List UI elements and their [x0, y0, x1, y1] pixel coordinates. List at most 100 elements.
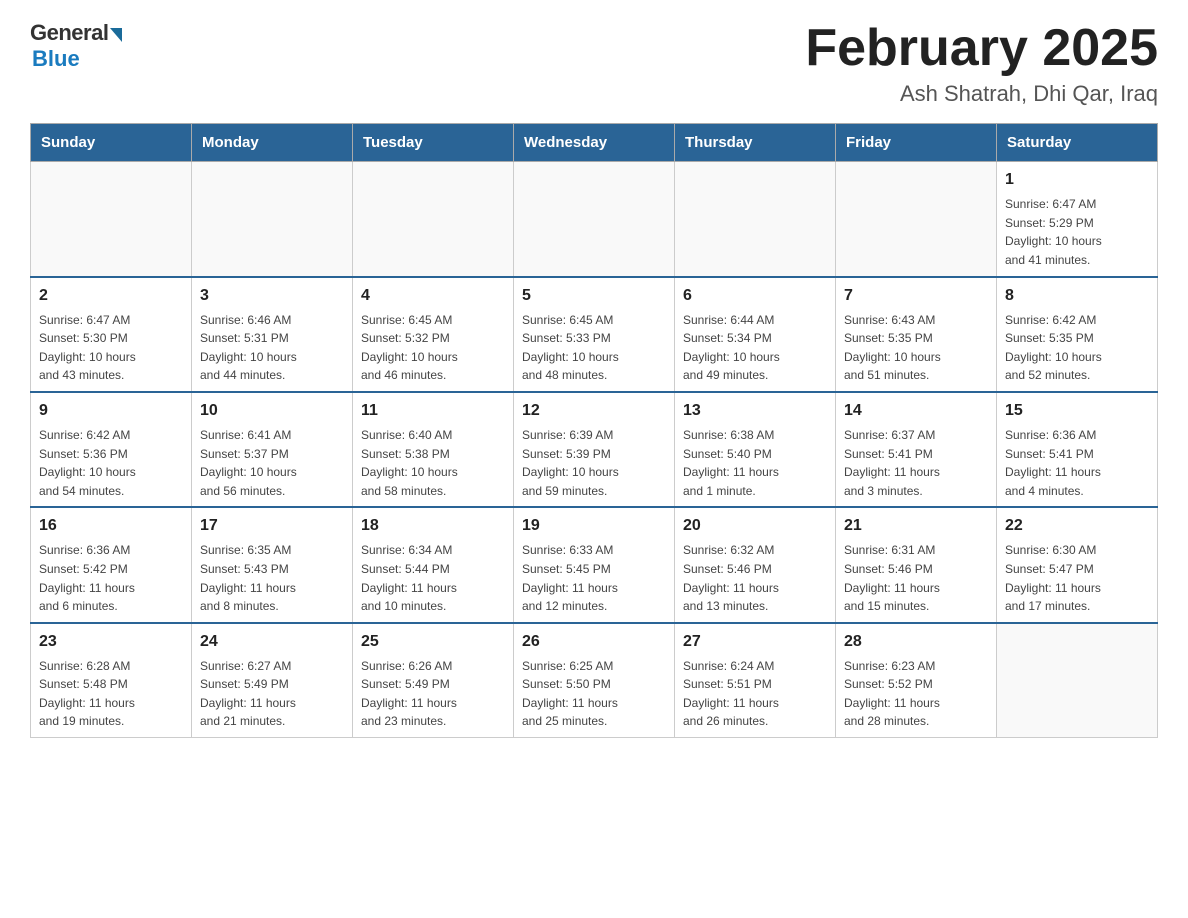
- day-info: Sunrise: 6:36 AM Sunset: 5:42 PM Dayligh…: [39, 541, 183, 615]
- calendar-cell: [836, 162, 997, 277]
- day-info: Sunrise: 6:26 AM Sunset: 5:49 PM Dayligh…: [361, 657, 505, 731]
- day-info: Sunrise: 6:44 AM Sunset: 5:34 PM Dayligh…: [683, 311, 827, 385]
- day-info: Sunrise: 6:39 AM Sunset: 5:39 PM Dayligh…: [522, 426, 666, 500]
- day-number: 18: [361, 514, 505, 538]
- calendar-week-row: 16 Sunrise: 6:36 AM Sunset: 5:42 PM Dayli…: [31, 507, 1158, 622]
- day-info: Sunrise: 6:33 AM Sunset: 5:45 PM Dayligh…: [522, 541, 666, 615]
- page-header: General Blue February 2025 Ash Shatrah, …: [30, 20, 1158, 107]
- calendar-cell: 7 Sunrise: 6:43 AM Sunset: 5:35 PM Daylig…: [836, 277, 997, 392]
- calendar-cell: [192, 162, 353, 277]
- day-info: Sunrise: 6:47 AM Sunset: 5:29 PM Dayligh…: [1005, 195, 1149, 269]
- day-info: Sunrise: 6:45 AM Sunset: 5:32 PM Dayligh…: [361, 311, 505, 385]
- day-number: 15: [1005, 399, 1149, 423]
- day-number: 13: [683, 399, 827, 423]
- calendar-cell: 18 Sunrise: 6:34 AM Sunset: 5:44 PM Dayli…: [353, 507, 514, 622]
- day-number: 9: [39, 399, 183, 423]
- day-number: 12: [522, 399, 666, 423]
- calendar-cell: 22 Sunrise: 6:30 AM Sunset: 5:47 PM Dayli…: [997, 507, 1158, 622]
- weekday-header-thursday: Thursday: [675, 124, 836, 162]
- calendar-cell: 3 Sunrise: 6:46 AM Sunset: 5:31 PM Daylig…: [192, 277, 353, 392]
- day-info: Sunrise: 6:23 AM Sunset: 5:52 PM Dayligh…: [844, 657, 988, 731]
- calendar-cell: 2 Sunrise: 6:47 AM Sunset: 5:30 PM Daylig…: [31, 277, 192, 392]
- day-info: Sunrise: 6:40 AM Sunset: 5:38 PM Dayligh…: [361, 426, 505, 500]
- day-info: Sunrise: 6:32 AM Sunset: 5:46 PM Dayligh…: [683, 541, 827, 615]
- day-number: 27: [683, 630, 827, 654]
- day-info: Sunrise: 6:37 AM Sunset: 5:41 PM Dayligh…: [844, 426, 988, 500]
- day-number: 6: [683, 284, 827, 308]
- day-info: Sunrise: 6:46 AM Sunset: 5:31 PM Dayligh…: [200, 311, 344, 385]
- day-number: 3: [200, 284, 344, 308]
- day-info: Sunrise: 6:42 AM Sunset: 5:36 PM Dayligh…: [39, 426, 183, 500]
- day-info: Sunrise: 6:28 AM Sunset: 5:48 PM Dayligh…: [39, 657, 183, 731]
- day-info: Sunrise: 6:45 AM Sunset: 5:33 PM Dayligh…: [522, 311, 666, 385]
- calendar-table: SundayMondayTuesdayWednesdayThursdayFrid…: [30, 123, 1158, 738]
- calendar-cell: 21 Sunrise: 6:31 AM Sunset: 5:46 PM Dayli…: [836, 507, 997, 622]
- day-number: 7: [844, 284, 988, 308]
- day-info: Sunrise: 6:25 AM Sunset: 5:50 PM Dayligh…: [522, 657, 666, 731]
- calendar-cell: 5 Sunrise: 6:45 AM Sunset: 5:33 PM Daylig…: [514, 277, 675, 392]
- day-number: 4: [361, 284, 505, 308]
- day-info: Sunrise: 6:38 AM Sunset: 5:40 PM Dayligh…: [683, 426, 827, 500]
- day-info: Sunrise: 6:35 AM Sunset: 5:43 PM Dayligh…: [200, 541, 344, 615]
- day-number: 10: [200, 399, 344, 423]
- calendar-cell: [514, 162, 675, 277]
- day-number: 24: [200, 630, 344, 654]
- calendar-cell: 9 Sunrise: 6:42 AM Sunset: 5:36 PM Daylig…: [31, 392, 192, 507]
- weekday-header-wednesday: Wednesday: [514, 124, 675, 162]
- day-info: Sunrise: 6:31 AM Sunset: 5:46 PM Dayligh…: [844, 541, 988, 615]
- weekday-header-friday: Friday: [836, 124, 997, 162]
- day-info: Sunrise: 6:43 AM Sunset: 5:35 PM Dayligh…: [844, 311, 988, 385]
- calendar-cell: [353, 162, 514, 277]
- day-info: Sunrise: 6:30 AM Sunset: 5:47 PM Dayligh…: [1005, 541, 1149, 615]
- day-info: Sunrise: 6:34 AM Sunset: 5:44 PM Dayligh…: [361, 541, 505, 615]
- calendar-cell: 25 Sunrise: 6:26 AM Sunset: 5:49 PM Dayli…: [353, 623, 514, 738]
- day-number: 25: [361, 630, 505, 654]
- calendar-cell: 24 Sunrise: 6:27 AM Sunset: 5:49 PM Dayli…: [192, 623, 353, 738]
- day-number: 14: [844, 399, 988, 423]
- day-number: 8: [1005, 284, 1149, 308]
- weekday-header-monday: Monday: [192, 124, 353, 162]
- logo-arrow-icon: [110, 28, 122, 42]
- day-number: 20: [683, 514, 827, 538]
- day-number: 26: [522, 630, 666, 654]
- day-info: Sunrise: 6:41 AM Sunset: 5:37 PM Dayligh…: [200, 426, 344, 500]
- day-info: Sunrise: 6:47 AM Sunset: 5:30 PM Dayligh…: [39, 311, 183, 385]
- calendar-cell: 6 Sunrise: 6:44 AM Sunset: 5:34 PM Daylig…: [675, 277, 836, 392]
- calendar-week-row: 9 Sunrise: 6:42 AM Sunset: 5:36 PM Daylig…: [31, 392, 1158, 507]
- calendar-cell: 19 Sunrise: 6:33 AM Sunset: 5:45 PM Dayli…: [514, 507, 675, 622]
- calendar-cell: 10 Sunrise: 6:41 AM Sunset: 5:37 PM Dayli…: [192, 392, 353, 507]
- day-number: 19: [522, 514, 666, 538]
- calendar-cell: 17 Sunrise: 6:35 AM Sunset: 5:43 PM Dayli…: [192, 507, 353, 622]
- logo-blue-text: Blue: [32, 46, 80, 72]
- day-number: 1: [1005, 168, 1149, 192]
- day-info: Sunrise: 6:27 AM Sunset: 5:49 PM Dayligh…: [200, 657, 344, 731]
- day-number: 17: [200, 514, 344, 538]
- day-number: 23: [39, 630, 183, 654]
- weekday-header-tuesday: Tuesday: [353, 124, 514, 162]
- weekday-header-row: SundayMondayTuesdayWednesdayThursdayFrid…: [31, 124, 1158, 162]
- calendar-month-title: February 2025: [805, 20, 1158, 77]
- calendar-week-row: 2 Sunrise: 6:47 AM Sunset: 5:30 PM Daylig…: [31, 277, 1158, 392]
- day-number: 16: [39, 514, 183, 538]
- calendar-cell: 12 Sunrise: 6:39 AM Sunset: 5:39 PM Dayli…: [514, 392, 675, 507]
- calendar-cell: 14 Sunrise: 6:37 AM Sunset: 5:41 PM Dayli…: [836, 392, 997, 507]
- calendar-location: Ash Shatrah, Dhi Qar, Iraq: [805, 81, 1158, 107]
- day-info: Sunrise: 6:24 AM Sunset: 5:51 PM Dayligh…: [683, 657, 827, 731]
- calendar-cell: [675, 162, 836, 277]
- day-number: 5: [522, 284, 666, 308]
- calendar-cell: [31, 162, 192, 277]
- calendar-cell: 20 Sunrise: 6:32 AM Sunset: 5:46 PM Dayli…: [675, 507, 836, 622]
- weekday-header-sunday: Sunday: [31, 124, 192, 162]
- calendar-cell: 11Sunrise: 6:40 AM Sunset: 5:38 PM Dayli…: [353, 392, 514, 507]
- calendar-cell: 15Sunrise: 6:36 AM Sunset: 5:41 PM Dayli…: [997, 392, 1158, 507]
- logo: General Blue: [30, 20, 122, 72]
- day-number: 28: [844, 630, 988, 654]
- calendar-cell: 16 Sunrise: 6:36 AM Sunset: 5:42 PM Dayli…: [31, 507, 192, 622]
- day-number: 21: [844, 514, 988, 538]
- day-number: 22: [1005, 514, 1149, 538]
- logo-general-text: General: [30, 20, 108, 46]
- calendar-week-row: 1 Sunrise: 6:47 AM Sunset: 5:29 PM Daylig…: [31, 162, 1158, 277]
- day-number: 2: [39, 284, 183, 308]
- calendar-cell: 1 Sunrise: 6:47 AM Sunset: 5:29 PM Daylig…: [997, 162, 1158, 277]
- calendar-cell: 8Sunrise: 6:42 AM Sunset: 5:35 PM Daylig…: [997, 277, 1158, 392]
